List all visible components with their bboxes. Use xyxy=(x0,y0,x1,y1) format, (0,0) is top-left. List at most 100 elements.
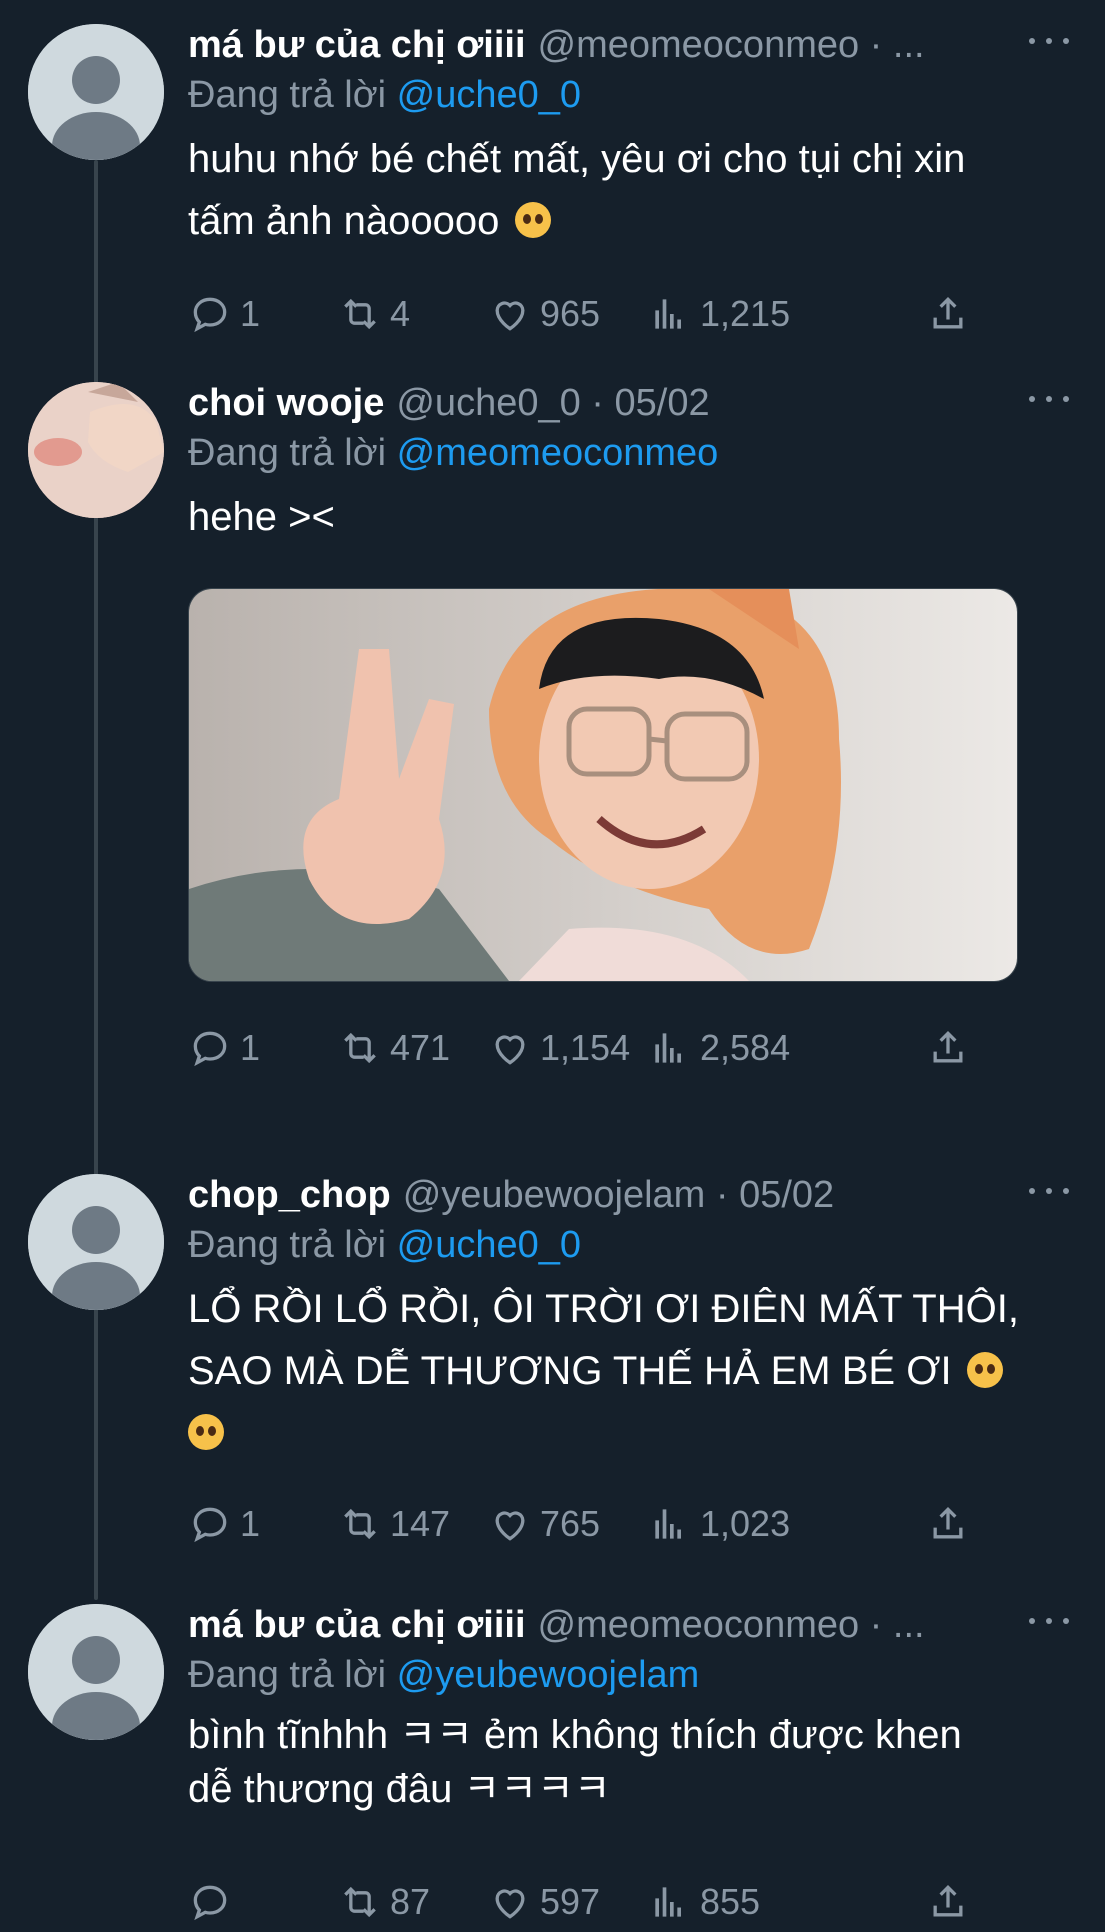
tweet-text: LỔ RỒI LỔ RỒI, ÔI TRỜI ƠI ĐIÊN MẤT THÔI,… xyxy=(188,1278,1075,1464)
display-name[interactable]: choi wooje xyxy=(188,378,384,428)
share-button[interactable] xyxy=(926,1494,978,1554)
views-button[interactable]: 855 xyxy=(648,1872,760,1932)
handle-and-date[interactable]: @uche0_0 · 05/02 xyxy=(396,378,709,428)
tweet-photo[interactable] xyxy=(188,588,1018,982)
retweet-button[interactable]: 471 xyxy=(338,1018,450,1078)
like-icon xyxy=(495,1035,525,1065)
tweet-header: choi wooje @uche0_0 · 05/02 xyxy=(188,378,1075,428)
tweet-text-line: dễ thương đâu ㅋㅋㅋㅋ xyxy=(188,1767,611,1811)
mention-link[interactable]: @uche0_0 xyxy=(397,1224,581,1266)
retweet-count: 4 xyxy=(390,293,411,334)
tweet-header: má bư của chị ơiiii @meomeoconmeo · ... xyxy=(188,1600,1075,1650)
handle-and-date[interactable]: @meomeoconmeo · ... xyxy=(538,1600,925,1650)
handle-and-date[interactable]: @meomeoconmeo · ... xyxy=(538,20,925,70)
views-icon xyxy=(655,1509,681,1539)
reply-button[interactable]: 1 xyxy=(188,284,260,344)
like-button[interactable]: 765 xyxy=(488,1494,600,1554)
views-count: 855 xyxy=(700,1881,761,1922)
replying-to: Đang trả lời @uche0_0 xyxy=(188,70,1075,120)
like-button[interactable]: 597 xyxy=(488,1872,600,1932)
pleading-face-icon xyxy=(514,202,551,238)
tweet-text-line: huhu nhớ bé chết mất, yêu ơi cho tụi chị… xyxy=(188,137,966,181)
views-count: 1,215 xyxy=(700,293,791,334)
tweet-header: má bư của chị ơiiii @meomeoconmeo · ... xyxy=(188,20,1075,70)
handle-and-date[interactable]: @yeubewoojelam · 05/02 xyxy=(403,1170,835,1220)
views-button[interactable]: 1,023 xyxy=(648,1494,790,1554)
share-icon xyxy=(933,1884,963,1917)
like-button[interactable]: 965 xyxy=(488,284,600,344)
like-button[interactable]: 1,154 xyxy=(488,1018,630,1078)
share-icon xyxy=(933,296,963,329)
like-count: 597 xyxy=(540,1881,601,1922)
avatar[interactable] xyxy=(28,1174,164,1310)
reply-count: 1 xyxy=(240,293,261,334)
tweet-header: chop_chop @yeubewoojelam · 05/02 xyxy=(188,1170,1075,1220)
replying-to-label: Đang trả lời xyxy=(188,1224,387,1266)
retweet-icon xyxy=(344,298,376,330)
replying-to: Đang trả lời @meomeoconmeo xyxy=(188,428,1075,478)
views-count: 2,584 xyxy=(700,1027,791,1068)
reply-count: 1 xyxy=(240,1027,261,1068)
views-icon xyxy=(655,1887,681,1917)
views-button[interactable]: 1,215 xyxy=(648,284,790,344)
reply-button[interactable]: 1 xyxy=(188,1494,260,1554)
tweet-text-line: hehe >< xyxy=(188,495,335,539)
replying-to: Đang trả lời @yeubewoojelam xyxy=(188,1650,1075,1700)
retweet-count: 87 xyxy=(390,1881,431,1922)
display-name[interactable]: má bư của chị ơiiii xyxy=(188,20,526,70)
tweet-actions: 1 4 965 1,215 xyxy=(188,284,1008,344)
retweet-count: 471 xyxy=(390,1027,451,1068)
share-button[interactable] xyxy=(926,1872,978,1932)
like-icon xyxy=(495,301,525,331)
tweet-text-span: SAO MÀ DỄ THƯƠNG THẾ HẢ EM BÉ ƠI xyxy=(188,1349,952,1393)
retweet-button[interactable]: 4 xyxy=(338,284,410,344)
retweet-icon xyxy=(344,1886,376,1918)
reply-button[interactable]: 1 xyxy=(188,1018,260,1078)
reply-icon xyxy=(193,1031,227,1067)
mention-link[interactable]: @meomeoconmeo xyxy=(397,432,719,474)
mention-link[interactable]: @uche0_0 xyxy=(397,74,581,116)
mention-link[interactable]: @yeubewoojelam xyxy=(397,1654,700,1696)
share-icon xyxy=(933,1030,963,1063)
retweet-icon xyxy=(344,1032,376,1064)
reply-icon xyxy=(193,1885,227,1921)
more-icon[interactable] xyxy=(1029,26,1069,56)
retweet-button[interactable]: 87 xyxy=(338,1872,430,1932)
like-count: 765 xyxy=(540,1503,601,1544)
tweet-text: bình tĩnhhh ㅋㅋ ẻm không thích được khen … xyxy=(188,1708,1075,1816)
retweet-button[interactable]: 147 xyxy=(338,1494,450,1554)
replying-to-label: Đang trả lời xyxy=(188,74,387,116)
display-name[interactable]: chop_chop xyxy=(188,1170,391,1220)
avatar[interactable] xyxy=(28,1604,164,1740)
reply-button[interactable] xyxy=(188,1872,240,1932)
thread-connector-line xyxy=(94,160,98,1600)
tweet-text-line: SAO MÀ DỄ THƯƠNG THẾ HẢ EM BÉ ƠI xyxy=(188,1340,1075,1402)
display-name[interactable]: má bư của chị ơiiii xyxy=(188,1600,526,1650)
tweet-text: hehe >< xyxy=(188,486,1075,548)
tweet-actions: 1 471 1,154 2,584 xyxy=(188,1018,1008,1078)
tweet-text-line xyxy=(188,1402,1075,1464)
views-button[interactable]: 2,584 xyxy=(648,1018,790,1078)
worried-face-icon xyxy=(966,1352,1003,1388)
retweet-count: 147 xyxy=(390,1503,451,1544)
like-icon xyxy=(495,1511,525,1541)
tweet-actions: 87 597 855 xyxy=(188,1872,1008,1932)
tweet-text-line: bình tĩnhhh ㅋㅋ ẻm không thích được khen xyxy=(188,1713,962,1757)
tweet-text: huhu nhớ bé chết mất, yêu ơi cho tụi chị… xyxy=(188,128,1075,252)
reply-icon xyxy=(193,297,227,333)
more-icon[interactable] xyxy=(1029,1176,1069,1206)
like-count: 965 xyxy=(540,293,601,334)
share-button[interactable] xyxy=(926,1018,978,1078)
tweet-text-line: LỔ RỒI LỔ RỒI, ÔI TRỜI ƠI ĐIÊN MẤT THÔI, xyxy=(188,1287,1019,1331)
tweet-text-span: tấm ảnh nàooooo xyxy=(188,199,500,243)
share-icon xyxy=(933,1506,963,1539)
replying-to-label: Đang trả lời xyxy=(188,1654,387,1696)
more-icon[interactable] xyxy=(1029,384,1069,414)
like-count: 1,154 xyxy=(540,1027,631,1068)
avatar[interactable] xyxy=(28,24,164,160)
more-icon[interactable] xyxy=(1029,1606,1069,1636)
tweet-text-line: tấm ảnh nàooooo xyxy=(188,190,1075,252)
avatar[interactable] xyxy=(28,382,164,518)
share-button[interactable] xyxy=(926,284,978,344)
views-icon xyxy=(655,1033,681,1063)
